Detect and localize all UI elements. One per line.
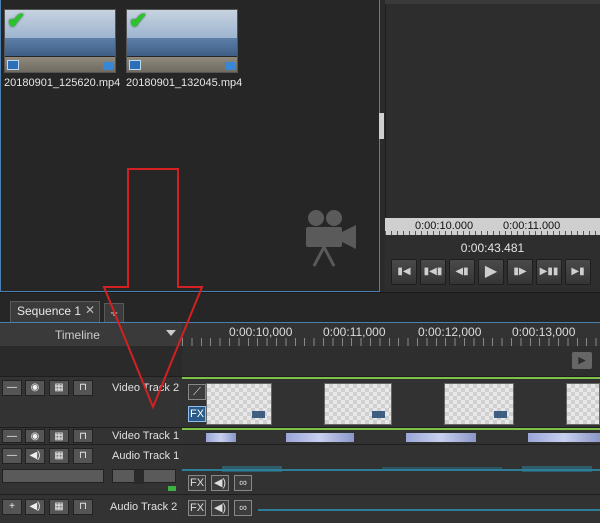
audio-track-1-header[interactable]: — ◀) ▦ ⊓ Audio Track 1 <box>0 444 182 494</box>
film-icon <box>129 60 141 70</box>
close-icon[interactable]: ✕ <box>85 303 95 317</box>
next-frame-button[interactable]: ▶▮▮ <box>536 259 562 285</box>
fx-button[interactable]: FX <box>188 475 206 491</box>
lock-icon[interactable]: ⊓ <box>73 380 93 396</box>
step-back-icon: ◀▮ <box>455 266 469 277</box>
play-button[interactable]: ▶ <box>478 259 504 285</box>
video-clip[interactable] <box>206 433 236 442</box>
media-thumbnail-2[interactable]: ✔ <box>126 9 238 73</box>
step-forward-button[interactable]: ▮▶ <box>507 259 533 285</box>
track-name: Audio Track 1 <box>112 450 180 462</box>
collapse-icon[interactable]: — <box>2 380 22 396</box>
video-clip[interactable] <box>406 433 476 442</box>
previous-frame-button[interactable]: ▮◀▮ <box>420 259 446 285</box>
checkmark-icon: ✔ <box>129 9 148 33</box>
film-logo-icon: ▶ <box>572 352 592 369</box>
composite-icon[interactable]: ▦ <box>49 380 69 396</box>
volume-slider-knob[interactable] <box>133 470 144 484</box>
clip-indicator-icon <box>103 62 113 70</box>
preview-header <box>385 0 600 4</box>
composite-icon[interactable]: ▦ <box>49 448 69 464</box>
next-frame-icon: ▶▮▮ <box>539 266 559 277</box>
skip-end-icon: ▶▮ <box>571 266 585 277</box>
composite-icon[interactable]: ▦ <box>49 499 69 515</box>
speaker-icon[interactable]: ◀) <box>25 448 45 464</box>
checkmark-icon: ✔ <box>7 9 26 33</box>
video-clip[interactable] <box>444 383 514 425</box>
ruler-label: 0:00:12,000 <box>418 325 482 339</box>
go-to-end-button[interactable]: ▶▮ <box>565 259 591 285</box>
step-forward-icon: ▮▶ <box>513 266 527 277</box>
video-track-1-lane[interactable] <box>182 427 600 444</box>
audio-track-2-lane[interactable]: FX ◀) ∞ <box>182 494 600 523</box>
preview-ruler[interactable]: 0:00:10.000 0:00:11.000 <box>385 218 600 235</box>
audio-level-meter <box>2 469 104 483</box>
volume-slider[interactable] <box>112 469 176 484</box>
timeline-label: Timeline <box>55 328 100 342</box>
preview-screen <box>385 0 600 218</box>
clip-indicator-icon <box>225 62 235 70</box>
lock-icon[interactable]: ⊓ <box>73 429 93 443</box>
level-indicator <box>168 486 176 491</box>
bin-scrollbar[interactable] <box>379 113 384 139</box>
step-back-button[interactable]: ◀▮ <box>449 259 475 285</box>
media-filename: 20180901_132045.mp4 <box>126 77 243 89</box>
go-to-start-button[interactable]: ▮◀ <box>391 259 417 285</box>
collapse-icon[interactable]: — <box>2 429 22 443</box>
eye-icon[interactable]: ◉ <box>25 380 45 396</box>
speaker-icon[interactable]: ◀) <box>211 500 229 516</box>
speaker-icon[interactable]: ◀) <box>25 499 45 515</box>
eye-icon[interactable]: ◉ <box>25 429 45 443</box>
link-icon[interactable]: ∞ <box>234 475 252 491</box>
annotation-arrow-icon <box>102 168 204 410</box>
film-icon <box>7 60 19 70</box>
skip-start-icon: ▮◀ <box>397 266 411 277</box>
ruler-label: 0:00:13,000 <box>512 325 576 339</box>
lock-icon[interactable]: ⊓ <box>73 448 93 464</box>
track-name: Video Track 1 <box>112 430 180 442</box>
current-time-readout: 0:00:43.481 <box>460 241 525 255</box>
speaker-icon[interactable]: ◀) <box>211 475 229 491</box>
video-track-2-lane[interactable]: ⟋ FX <box>182 376 600 427</box>
play-icon: ▶ <box>484 263 498 280</box>
previous-frame-icon: ▮◀▮ <box>423 266 443 277</box>
media-thumbnail-1[interactable]: ✔ <box>4 9 116 73</box>
media-filename: 20180901_125620.mp4 <box>4 77 121 89</box>
video-clip[interactable] <box>286 433 354 442</box>
audio-track-2-header[interactable]: + ◀) ▦ ⊓ Audio Track 2 <box>0 494 182 523</box>
video-clip[interactable] <box>566 383 600 425</box>
video-camera-icon <box>306 210 356 267</box>
video-track-1-header[interactable]: — ◉ ▦ ⊓ Video Track 1 <box>0 427 182 444</box>
link-icon[interactable]: ∞ <box>234 500 252 516</box>
track-name: Audio Track 2 <box>110 501 178 513</box>
tab-label: Sequence 1 <box>17 304 82 318</box>
lock-icon[interactable]: ⊓ <box>73 499 93 515</box>
expand-icon[interactable]: + <box>2 499 22 515</box>
fx-button[interactable]: FX <box>188 500 206 516</box>
ruler-label: 0:00:11,000 <box>323 325 386 339</box>
video-clip[interactable] <box>528 433 600 442</box>
video-clip[interactable] <box>206 383 272 425</box>
ruler-label: 0:00:10,000 <box>229 325 293 339</box>
video-clip[interactable] <box>324 383 392 425</box>
composite-icon[interactable]: ▦ <box>49 429 69 443</box>
collapse-icon[interactable]: — <box>2 448 22 464</box>
